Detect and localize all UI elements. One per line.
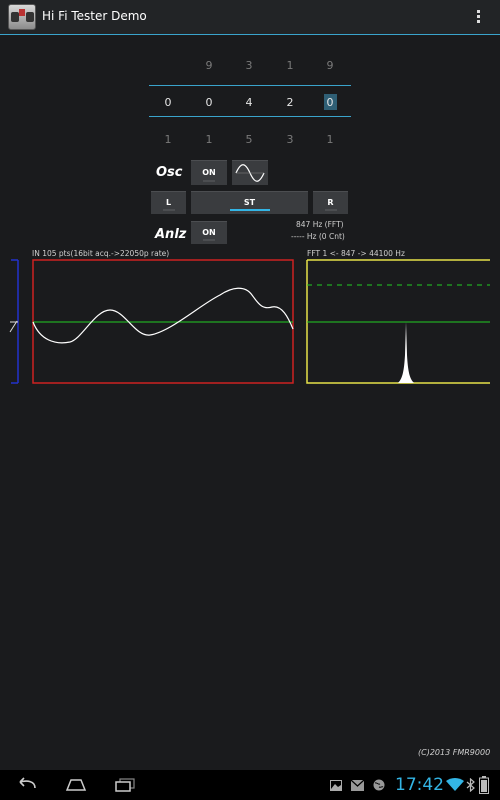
picker-digit-below[interactable]: 1	[320, 133, 340, 146]
input-waveform-trace	[32, 287, 294, 344]
picker-digit-above[interactable]: 3	[239, 59, 259, 72]
analyzer-on-button[interactable]: ON	[191, 221, 227, 244]
picker-digit-above[interactable]: 9	[199, 59, 219, 72]
trigger-marker	[9, 320, 18, 333]
osc-on-label: ON	[202, 168, 216, 177]
picker-digit-current[interactable]: 2	[280, 96, 300, 109]
picker-digit-current[interactable]: 0	[199, 96, 219, 109]
picker-digit-above[interactable]: 1	[280, 59, 300, 72]
picker-digit-current[interactable]: 0	[158, 96, 178, 109]
left-channel-button[interactable]: L	[151, 191, 186, 214]
fft-peak	[398, 322, 414, 383]
gallery-notification-icon	[330, 780, 342, 791]
status-clock: 17:42	[395, 775, 444, 795]
count-frequency-readout: ----- Hz (0 Cnt)	[291, 232, 345, 241]
wifi-icon	[446, 778, 464, 791]
picker-digit-below[interactable]: 3	[280, 133, 300, 146]
scope-canvas	[9, 259, 490, 384]
right-channel-label: R	[327, 198, 334, 207]
gmail-notification-icon	[351, 780, 364, 791]
picker-divider-bottom	[149, 116, 351, 117]
copyright-text: (C)2013 FMR9000	[418, 748, 491, 757]
waveform-button[interactable]	[232, 160, 268, 185]
osc-label: Osc	[156, 165, 183, 180]
back-icon[interactable]	[15, 777, 39, 793]
picker-digit-below[interactable]: 1	[158, 133, 178, 146]
app-icon[interactable]	[8, 4, 36, 30]
analyzer-on-label: ON	[202, 228, 216, 237]
analyzer-label: Anlz	[155, 227, 187, 242]
fft-spectrum-panel	[306, 259, 490, 384]
osc-on-button[interactable]: ON	[191, 160, 227, 185]
sine-wave-icon	[235, 164, 265, 182]
stereo-label: ST	[243, 198, 256, 207]
bluetooth-icon	[466, 778, 475, 792]
picker-digit-current[interactable]: 0	[320, 96, 340, 109]
overflow-menu-icon[interactable]	[474, 8, 482, 28]
left-channel-label: L	[165, 198, 172, 207]
picker-divider-top	[149, 85, 351, 86]
battery-icon	[479, 776, 489, 794]
globe-notification-icon	[373, 779, 385, 791]
app-title: Hi Fi Tester Demo	[42, 9, 147, 23]
action-bar-divider	[0, 34, 500, 35]
home-icon[interactable]	[63, 778, 87, 792]
picker-digit-current[interactable]: 4	[239, 96, 259, 109]
input-waveform-panel	[32, 259, 294, 384]
picker-digit-below[interactable]: 5	[239, 133, 259, 146]
picker-digit-above[interactable]: 9	[320, 59, 340, 72]
recent-apps-icon[interactable]	[114, 778, 136, 792]
picker-digit-below[interactable]: 1	[199, 133, 219, 146]
right-channel-button[interactable]: R	[313, 191, 348, 214]
fft-frequency-readout: 847 Hz (FFT)	[296, 220, 344, 229]
stereo-button[interactable]: ST	[191, 191, 308, 214]
